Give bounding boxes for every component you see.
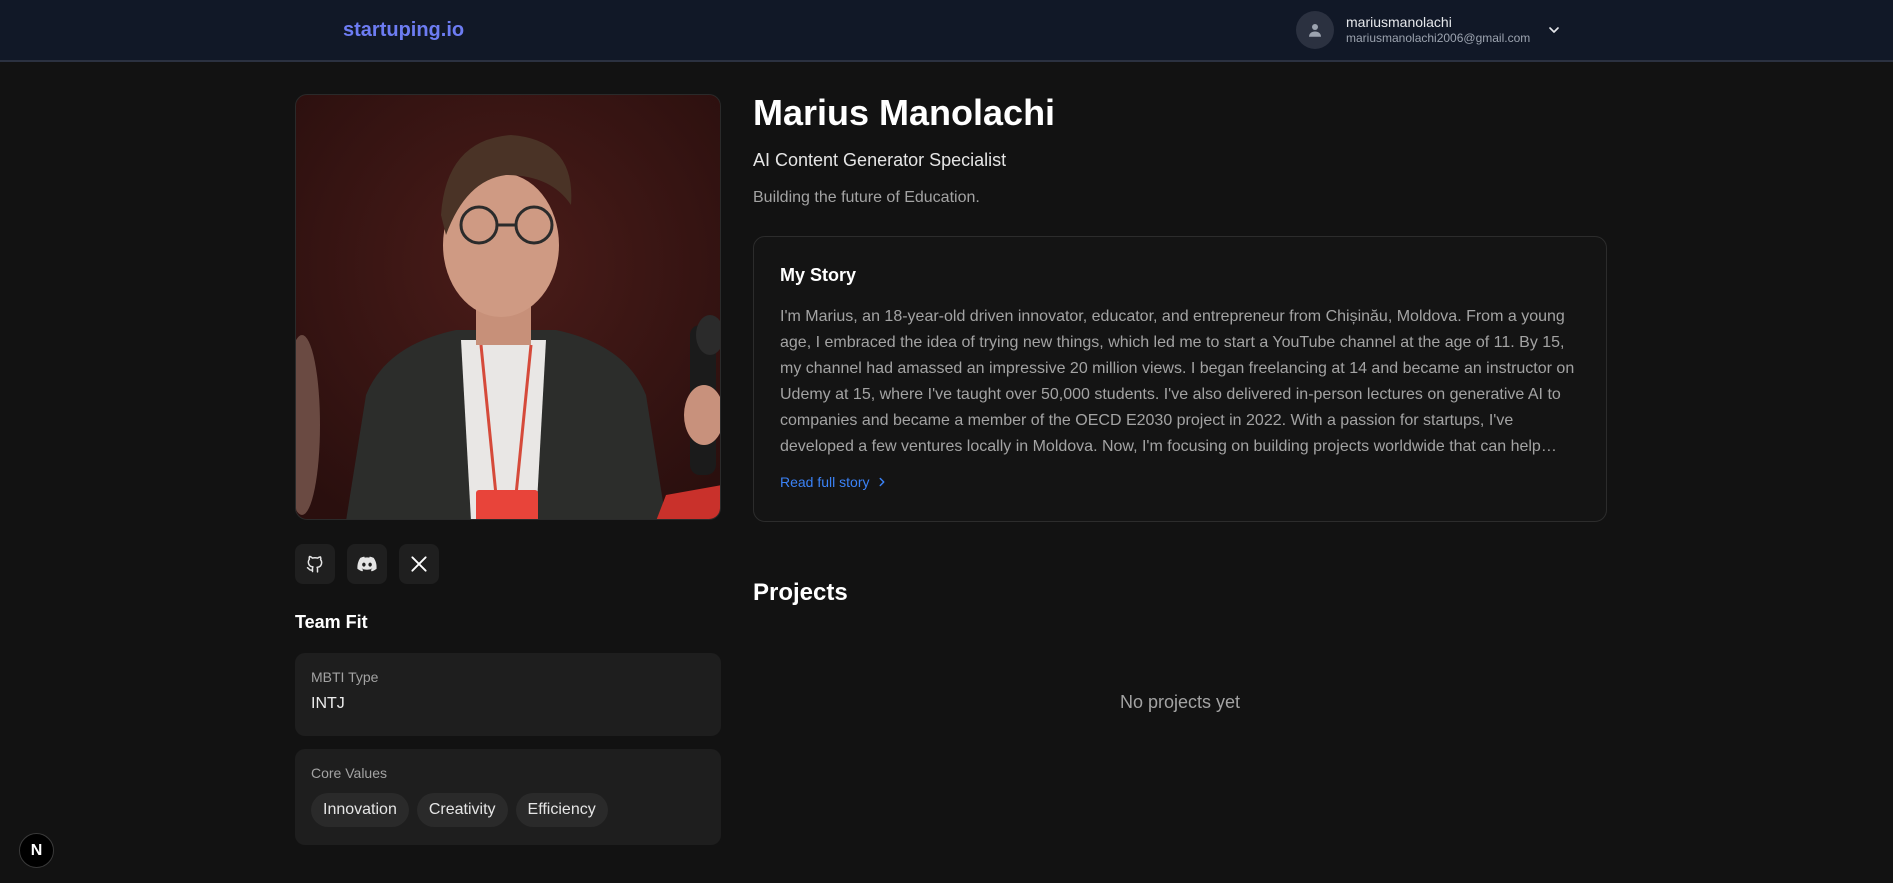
mbti-label: MBTI Type — [311, 669, 379, 685]
core-values-label: Core Values — [311, 765, 388, 781]
chevron-down-icon[interactable] — [1546, 22, 1562, 38]
value-tag: Innovation — [311, 793, 409, 827]
nextjs-devtools-button[interactable]: N — [19, 833, 54, 868]
chevron-right-icon — [880, 477, 885, 487]
story-card: My Story I'm Marius, an 18-year-old driv… — [753, 236, 1607, 522]
user-menu-button[interactable]: mariusmanolachi mariusmanolachi2006@gmai… — [1296, 10, 1566, 50]
x-twitter-button[interactable] — [399, 544, 439, 584]
story-text: I'm Marius, an 18-year-old driven innova… — [780, 308, 1575, 455]
discord-icon — [357, 556, 377, 572]
value-tag: Creativity — [416, 793, 508, 827]
mbti-card: MBTI Type INTJ — [295, 653, 721, 736]
read-full-story-link[interactable]: Read full story — [780, 474, 889, 490]
profile-name: Marius Manolachi — [753, 92, 1056, 133]
user-name: mariusmanolachi — [1346, 14, 1452, 31]
github-icon — [306, 555, 323, 573]
team-fit-heading: Team Fit — [295, 612, 368, 632]
user-avatar — [1296, 11, 1334, 49]
no-projects-message: No projects yet — [1119, 692, 1241, 712]
profile-title: AI Content Generator Specialist — [753, 150, 1007, 170]
mbti-value: INTJ — [311, 695, 345, 712]
value-tag: Efficiency — [515, 793, 608, 827]
x-icon — [411, 556, 427, 572]
profile-tagline: Building the future of Education. — [753, 189, 980, 206]
user-icon — [1309, 24, 1321, 37]
discord-button[interactable] — [347, 544, 387, 584]
github-button[interactable] — [295, 544, 335, 584]
core-values-card: Core Values Innovation Creativity Effici… — [295, 749, 721, 845]
profile-photo — [295, 94, 721, 520]
user-email: mariusmanolachi2006@gmail.com — [1346, 31, 1531, 46]
projects-heading: Projects — [753, 579, 848, 606]
social-links — [295, 544, 439, 584]
read-full-story-label: Read full story — [780, 474, 870, 490]
story-heading: My Story — [780, 265, 857, 285]
logo-link[interactable]: startuping.io — [343, 19, 464, 42]
top-navbar: startuping.io mariusmanolachi mariusmano… — [0, 0, 1893, 62]
